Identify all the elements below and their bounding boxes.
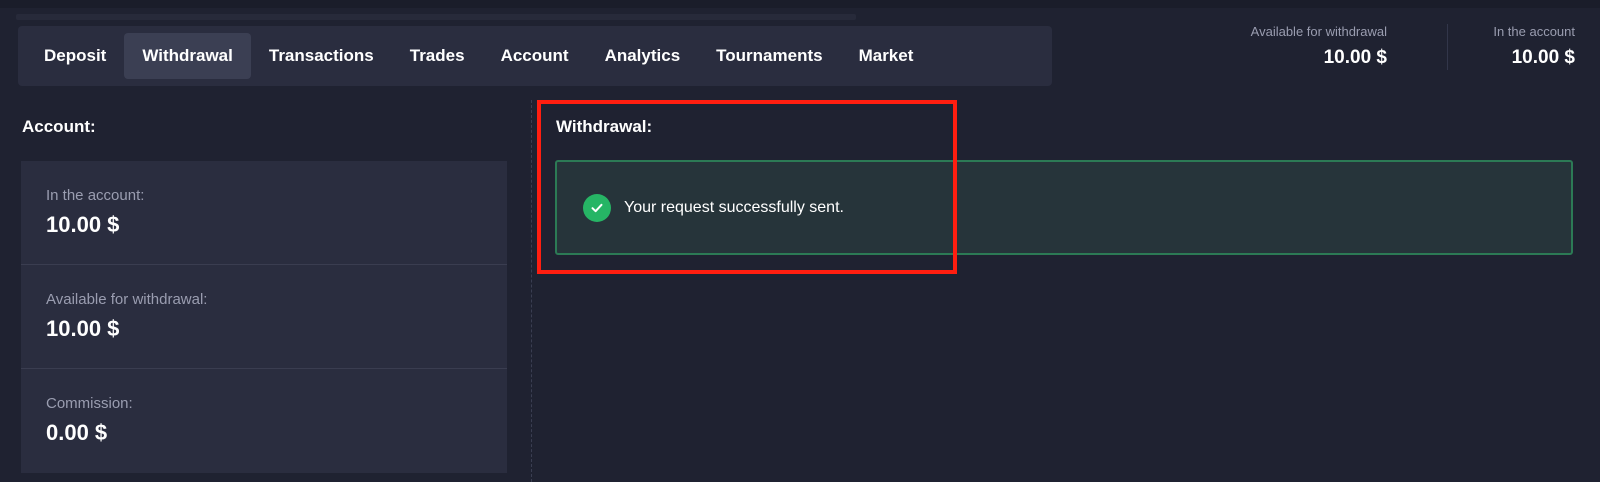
success-message-text: Your request successfully sent. [624, 198, 844, 216]
column-divider [531, 100, 532, 482]
success-message-box: Your request successfully sent. [555, 160, 1573, 255]
nav-tabs: Deposit Withdrawal Transactions Trades A… [18, 26, 1052, 86]
account-panel: In the account: 10.00 $ Available for wi… [21, 161, 507, 473]
header-account-balance: In the account 10.00 $ [1493, 24, 1575, 69]
account-row-label: Commission: [46, 395, 133, 412]
tab-market[interactable]: Market [841, 33, 932, 79]
account-row-value: 10.00 $ [46, 212, 120, 237]
account-row-balance: In the account: 10.00 $ [21, 161, 507, 265]
account-row-value: 10.00 $ [46, 316, 120, 341]
tab-withdrawal[interactable]: Withdrawal [124, 33, 251, 79]
header-balance-divider [1447, 24, 1448, 70]
top-strip-bar [16, 14, 856, 20]
header-available-label: Available for withdrawal [1250, 24, 1387, 39]
account-row-commission: Commission: 0.00 $ [21, 369, 507, 473]
header-account-value: 10.00 $ [1511, 47, 1575, 68]
header-available-balance: Available for withdrawal 10.00 $ [1251, 24, 1387, 69]
tab-deposit[interactable]: Deposit [26, 33, 124, 79]
check-circle-icon [583, 193, 611, 222]
header-account-label: In the account [1493, 24, 1575, 39]
account-row-label: Available for withdrawal: [46, 291, 208, 308]
top-strip [0, 0, 1600, 8]
tab-trades[interactable]: Trades [392, 33, 483, 79]
tab-tournaments[interactable]: Tournaments [698, 33, 840, 79]
tab-account[interactable]: Account [483, 33, 587, 79]
tab-transactions[interactable]: Transactions [251, 33, 392, 79]
account-row-value: 0.00 $ [46, 420, 108, 445]
header-available-value: 10.00 $ [1323, 47, 1387, 68]
account-row-label: In the account: [46, 187, 145, 204]
withdrawal-section-title: Withdrawal: [556, 117, 653, 136]
account-row-available: Available for withdrawal: 10.00 $ [21, 265, 507, 369]
tab-analytics[interactable]: Analytics [587, 33, 699, 79]
account-section-title: Account: [22, 117, 96, 136]
